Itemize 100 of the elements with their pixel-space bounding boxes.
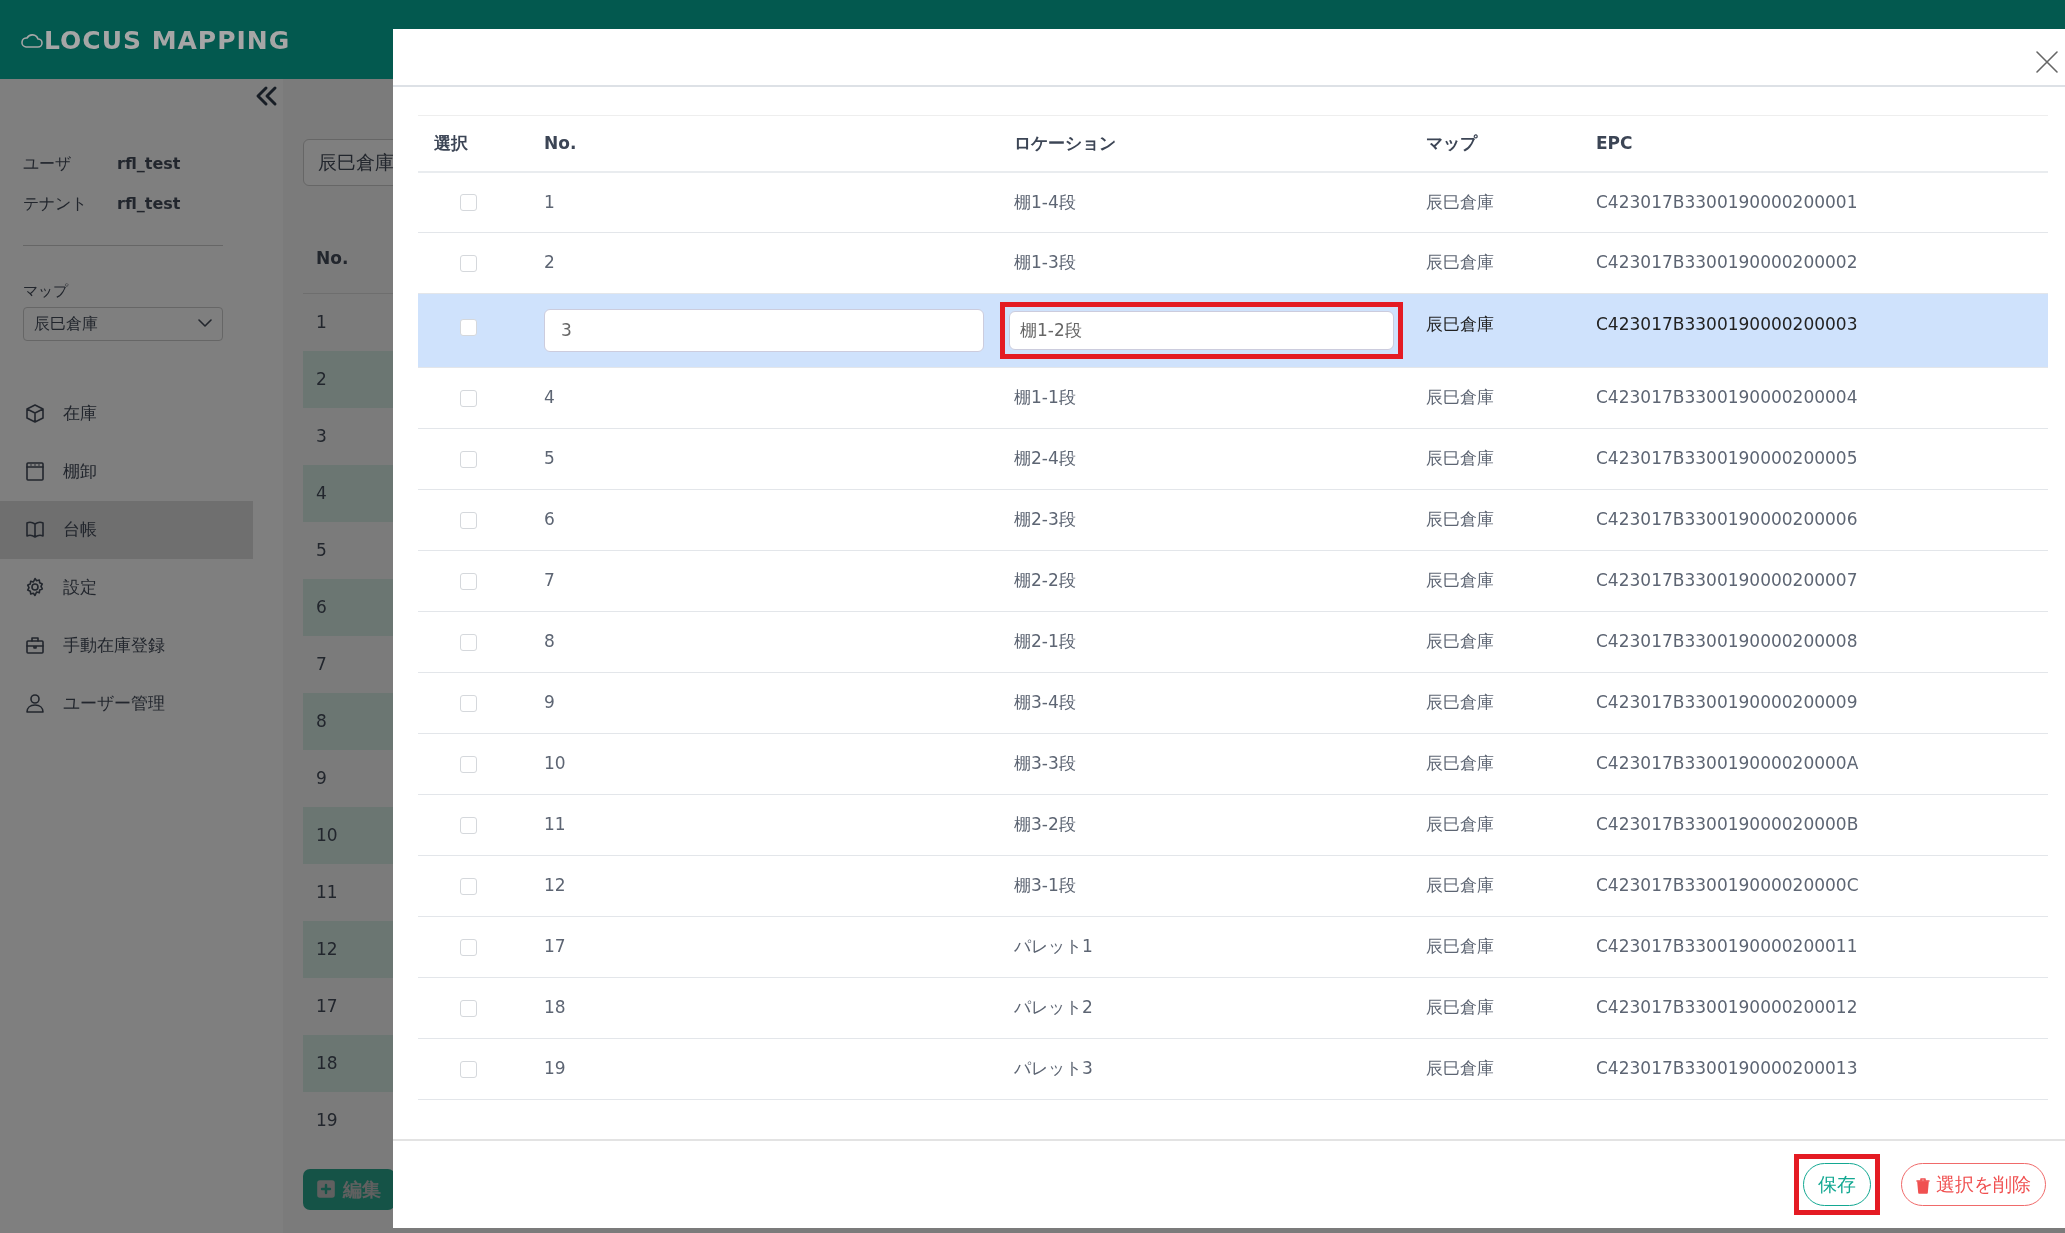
table-cell: C423017B3300190000200004 (1596, 387, 1858, 408)
row-checkbox[interactable] (460, 572, 477, 590)
table-cell: C423017B330019000020000B (1596, 814, 1859, 835)
table-cell: 6 (544, 509, 555, 530)
table-cell: C423017B3300190000200002 (1596, 252, 1858, 273)
table-cell: 辰巳倉庫 (1426, 814, 1494, 835)
table-cell: 辰巳倉庫 (1426, 753, 1494, 774)
column-header: 選択 (434, 132, 468, 153)
row-checkbox[interactable] (460, 450, 477, 468)
table-row[interactable]: 2 棚1-3段 辰巳倉庫 C423017B3300190000200002 (418, 232, 2048, 294)
table-cell: 10 (303, 807, 393, 864)
table-cell: 1 (544, 191, 555, 212)
user-icon (25, 693, 45, 714)
table-cell: 2 (544, 252, 555, 273)
table-row[interactable]: 7 棚2-2段 辰巳倉庫 C423017B3300190000200007 (418, 550, 2048, 612)
table-cell: 8 (303, 693, 393, 750)
table-row[interactable]: 4 棚1-1段 辰巳倉庫 C423017B3300190000200004 (418, 367, 2048, 429)
row-checkbox[interactable] (460, 389, 477, 407)
nav-item[interactable]: ユーザー管理 (0, 674, 253, 733)
table-cell-text: 9 (315, 766, 328, 790)
row-checkbox[interactable] (460, 254, 477, 272)
info-value: rfl_test (117, 154, 181, 173)
table-cell: 辰巳倉庫 (1426, 1058, 1494, 1079)
row-checkbox[interactable] (460, 938, 477, 956)
table-cell-text: 1 (315, 310, 328, 334)
row-checkbox[interactable] (460, 755, 477, 773)
table-cell: 棚3-2段 (1014, 814, 1076, 835)
info-label: テナント (23, 193, 88, 215)
calendar-icon (25, 461, 45, 482)
table-cell: 棚2-1段 (1014, 631, 1076, 652)
table-row[interactable]: 5 棚2-4段 辰巳倉庫 C423017B3300190000200005 (418, 428, 2048, 490)
table-cell: パレット1 (1014, 936, 1093, 957)
table-cell: C423017B3300190000200006 (1596, 509, 1858, 530)
row-checkbox[interactable] (460, 511, 477, 529)
table-cell: 10 (544, 753, 566, 774)
table-row[interactable]: 9 棚3-4段 辰巳倉庫 C423017B3300190000200009 (418, 672, 2048, 734)
table-cell: C423017B3300190000200009 (1596, 692, 1858, 713)
table-row[interactable]: 6 棚2-3段 辰巳倉庫 C423017B3300190000200006 (418, 489, 2048, 551)
table-row[interactable]: 3 棚1-2段 辰巳倉庫 C423017B3300190000200003 (418, 293, 2048, 368)
table-cell: C423017B3300190000200001 (1596, 191, 1858, 212)
number-field[interactable]: 3 (544, 308, 984, 353)
table-cell: 11 (544, 814, 566, 835)
table-cell: 辰巳倉庫 (1426, 936, 1494, 957)
location-field[interactable]: 棚1-2段 (1009, 310, 1394, 351)
box-icon (25, 403, 45, 424)
table-cell: C423017B330019000020000C (1596, 875, 1859, 896)
table-cell: C423017B3300190000200003 (1596, 314, 1858, 334)
table-cell: 4 (303, 465, 393, 522)
table-cell: 6 (303, 579, 393, 636)
close-icon (2035, 50, 2059, 74)
nav-item[interactable]: 在庫 (0, 384, 253, 443)
table-cell: 辰巳倉庫 (1426, 570, 1494, 591)
nav-item[interactable]: 棚卸 (0, 442, 253, 501)
table-cell: 18 (544, 997, 566, 1018)
table-cell: 19 (544, 1058, 566, 1079)
table-cell-text: 11 (315, 880, 339, 904)
table-row[interactable]: 1 棚1-4段 辰巳倉庫 C423017B3300190000200001 (418, 171, 2048, 233)
settings-icon (25, 577, 45, 598)
column-header: No. (544, 132, 577, 153)
row-checkbox[interactable] (460, 877, 477, 895)
row-checkbox[interactable] (460, 1060, 477, 1078)
row-checkbox[interactable] (460, 694, 477, 712)
table-row[interactable]: 17 パレット1 辰巳倉庫 C423017B3300190000200011 (418, 916, 2048, 978)
table-cell: パレット2 (1014, 997, 1093, 1018)
book-icon (25, 519, 45, 540)
table-cell: 辰巳倉庫 (1426, 448, 1494, 469)
table-row[interactable]: 10 棚3-3段 辰巳倉庫 C423017B330019000020000A (418, 733, 2048, 795)
table-cell: 17 (544, 936, 566, 957)
table-cell: 棚3-1段 (1014, 875, 1076, 896)
nav-item[interactable]: 手動在庫登録 (0, 616, 253, 675)
table-cell: C423017B3300190000200011 (1596, 936, 1858, 957)
table-row[interactable]: 18 パレット2 辰巳倉庫 C423017B3300190000200012 (418, 977, 2048, 1039)
cloud-icon (20, 32, 44, 49)
table-cell: 棚2-2段 (1014, 570, 1076, 591)
trash-icon (1916, 1177, 1930, 1194)
delete-button[interactable]: 選択を削除 (1901, 1163, 2046, 1206)
map-select[interactable]: 辰巳倉庫 (23, 306, 223, 341)
table-cell: 辰巳倉庫 (1426, 875, 1494, 896)
row-checkbox[interactable] (460, 633, 477, 651)
table-cell: 辰巳倉庫 (1426, 252, 1494, 273)
table-row[interactable]: 12 棚3-1段 辰巳倉庫 C423017B330019000020000C (418, 855, 2048, 917)
table-cell: 辰巳倉庫 (1426, 191, 1494, 212)
table-cell-text: 17 (315, 994, 339, 1018)
table-cell: 9 (544, 692, 555, 713)
row-checkbox[interactable] (460, 816, 477, 834)
table-row[interactable]: 8 棚2-1段 辰巳倉庫 C423017B3300190000200008 (418, 611, 2048, 673)
table-cell: 辰巳倉庫 (1426, 314, 1494, 334)
table-cell: C423017B330019000020000A (1596, 753, 1859, 774)
row-checkbox[interactable] (460, 318, 477, 336)
table-cell-text: 3 (315, 424, 328, 448)
row-checkbox[interactable] (460, 194, 477, 211)
table-row[interactable]: 11 棚3-2段 辰巳倉庫 C423017B330019000020000B (418, 794, 2048, 856)
table-cell: 棚2-4段 (1014, 448, 1076, 469)
chevron-down-icon (198, 319, 212, 328)
table-cell: 辰巳倉庫 (1426, 509, 1494, 530)
table-cell: 棚3-4段 (1014, 692, 1076, 713)
table-cell: 辰巳倉庫 (1426, 997, 1494, 1018)
table-row[interactable]: 19 パレット3 辰巳倉庫 C423017B3300190000200013 (418, 1038, 2048, 1100)
row-checkbox[interactable] (460, 999, 477, 1017)
collapse-icon[interactable] (255, 85, 279, 107)
